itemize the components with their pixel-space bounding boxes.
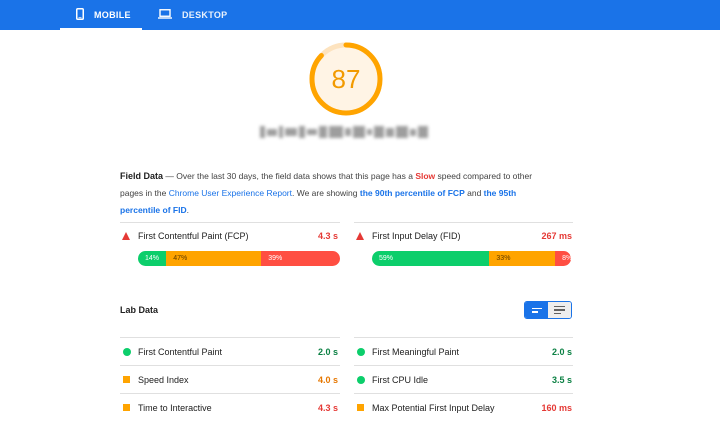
- laptop-icon: [158, 9, 172, 21]
- fast-segment: 14%: [138, 251, 167, 266]
- good-circle-icon: [123, 348, 131, 356]
- metric-name: First Contentful Paint (FCP): [138, 231, 249, 241]
- divider: [120, 365, 340, 366]
- field-text-1: — Over the last 30 days, the field data …: [163, 171, 416, 181]
- average-square-icon: [357, 404, 364, 411]
- metric-value: 267 ms: [541, 231, 572, 241]
- tab-desktop-label: DESKTOP: [182, 10, 228, 20]
- phone-icon: [76, 8, 84, 22]
- metric-name: First Meaningful Paint: [372, 347, 460, 357]
- divider: [354, 337, 573, 338]
- good-circle-icon: [357, 376, 365, 384]
- lab-data-heading: Lab Data: [120, 305, 159, 315]
- field-text-3: . We are showing: [292, 188, 360, 198]
- metric-name: First Input Delay (FID): [372, 231, 461, 241]
- performance-score-gauge: 87: [307, 40, 385, 118]
- average-segment: 33%: [489, 251, 556, 266]
- lab-metric-max-fid: Max Potential First Input Delay 160 ms: [356, 400, 572, 416]
- fcp-percentile-link[interactable]: the 90th percentile of FCP: [360, 188, 465, 198]
- field-data-description: Field Data — Over the last 30 days, the …: [120, 168, 540, 219]
- crux-report-link[interactable]: Chrome User Experience Report: [169, 188, 292, 198]
- good-circle-icon: [357, 348, 365, 356]
- average-square-icon: [123, 376, 130, 383]
- list-detailed-icon: [554, 305, 566, 315]
- fcp-distribution-bar: 14% 47% 39%: [138, 251, 340, 266]
- poor-triangle-icon: [122, 232, 130, 240]
- list-compact-icon: [531, 307, 542, 313]
- divider: [354, 393, 573, 394]
- poor-triangle-icon: [356, 232, 364, 240]
- score-value: 87: [331, 63, 361, 94]
- slow-segment: 39%: [261, 251, 340, 266]
- divider: [120, 337, 340, 338]
- metric-name: Time to Interactive: [138, 403, 212, 413]
- tab-mobile-label: MOBILE: [94, 10, 131, 20]
- tab-mobile[interactable]: MOBILE: [60, 0, 142, 30]
- divider: [120, 222, 340, 223]
- divider: [354, 222, 573, 223]
- slow-label: Slow: [415, 171, 436, 181]
- average-square-icon: [123, 404, 130, 411]
- field-metric-fid: First Input Delay (FID) 267 ms: [356, 228, 572, 244]
- metric-name: Speed Index: [138, 375, 189, 385]
- metric-name: First CPU Idle: [372, 375, 429, 385]
- lab-metric-fmp: First Meaningful Paint 2.0 s: [356, 344, 572, 360]
- metric-value: 4.0 s: [317, 375, 338, 385]
- field-text-4: and: [464, 188, 484, 198]
- blurred-url: [260, 125, 432, 139]
- metric-name: First Contentful Paint: [138, 347, 223, 357]
- lab-metric-first-cpu-idle: First CPU Idle 3.5 s: [356, 372, 572, 388]
- fid-distribution-bar: 59% 33% 8%: [372, 251, 571, 266]
- metric-value: 4.3 s: [317, 231, 338, 241]
- average-segment: 47%: [166, 251, 262, 266]
- divider: [354, 365, 573, 366]
- fast-segment: 59%: [372, 251, 490, 266]
- view-toggle[interactable]: [524, 301, 572, 319]
- lab-metric-tti: Time to Interactive 4.3 s: [122, 400, 338, 416]
- lab-metric-speed-index: Speed Index 4.0 s: [122, 372, 338, 388]
- metric-value: 2.0 s: [551, 347, 572, 357]
- field-data-heading: Field Data: [120, 171, 164, 181]
- lab-metric-fcp: First Contentful Paint 2.0 s: [122, 344, 338, 360]
- metric-value: 160 ms: [541, 403, 572, 413]
- metric-value: 2.0 s: [317, 347, 338, 357]
- divider: [120, 393, 340, 394]
- field-metric-fcp: First Contentful Paint (FCP) 4.3 s: [122, 228, 338, 244]
- metric-name: Max Potential First Input Delay: [372, 403, 495, 413]
- slow-segment: 8%: [555, 251, 571, 266]
- tab-desktop[interactable]: DESKTOP: [158, 0, 227, 30]
- field-text-5: .: [186, 205, 189, 215]
- summary-view-button[interactable]: [525, 302, 549, 318]
- detailed-view-button[interactable]: [548, 302, 571, 318]
- top-bar: MOBILE DESKTOP: [0, 0, 720, 30]
- metric-value: 3.5 s: [551, 375, 572, 385]
- metric-value: 4.3 s: [317, 403, 338, 413]
